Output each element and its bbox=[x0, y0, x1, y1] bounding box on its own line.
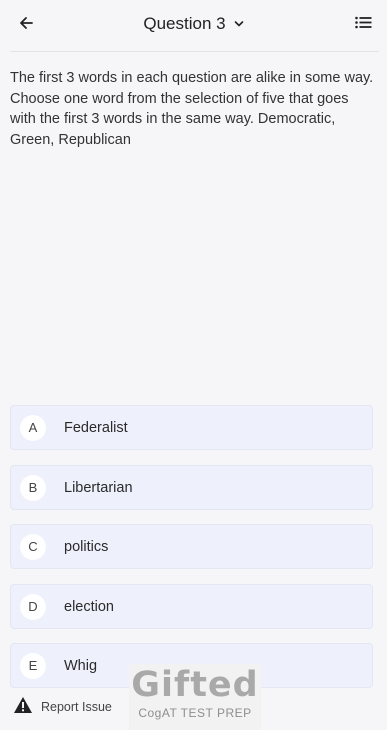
list-icon bbox=[354, 16, 372, 34]
option-letter: A bbox=[20, 414, 46, 441]
option-d[interactable]: D election bbox=[10, 584, 373, 629]
option-b[interactable]: B Libertarian bbox=[10, 465, 373, 510]
option-c[interactable]: C politics bbox=[10, 524, 373, 569]
option-letter: C bbox=[20, 533, 46, 560]
option-letter: E bbox=[20, 652, 46, 679]
option-label: Libertarian bbox=[64, 479, 133, 496]
option-label: election bbox=[64, 598, 114, 615]
question-list-button[interactable] bbox=[349, 11, 377, 39]
warning-icon bbox=[13, 696, 33, 719]
logo-subtitle: CogAT TEST PREP bbox=[138, 706, 252, 720]
chevron-down-icon bbox=[234, 20, 244, 28]
option-a[interactable]: A Federalist bbox=[10, 405, 373, 450]
watermark-logo: Gifted CogAT TEST PREP bbox=[129, 664, 261, 730]
option-label: Whig bbox=[64, 657, 98, 674]
report-issue-button[interactable]: Report Issue bbox=[13, 696, 112, 719]
logo-word: Gifted bbox=[131, 665, 259, 705]
header-divider bbox=[10, 51, 379, 52]
app-header: Question 3 bbox=[0, 0, 387, 50]
option-label: politics bbox=[64, 538, 109, 555]
report-issue-label: Report Issue bbox=[41, 700, 112, 714]
option-label: Federalist bbox=[64, 419, 128, 436]
page-title: Question 3 bbox=[143, 14, 226, 33]
question-selector[interactable]: Question 3 bbox=[0, 12, 387, 36]
option-letter: D bbox=[20, 593, 46, 620]
option-letter: B bbox=[20, 474, 46, 501]
question-text: The first 3 words in each question are a… bbox=[10, 70, 374, 148]
